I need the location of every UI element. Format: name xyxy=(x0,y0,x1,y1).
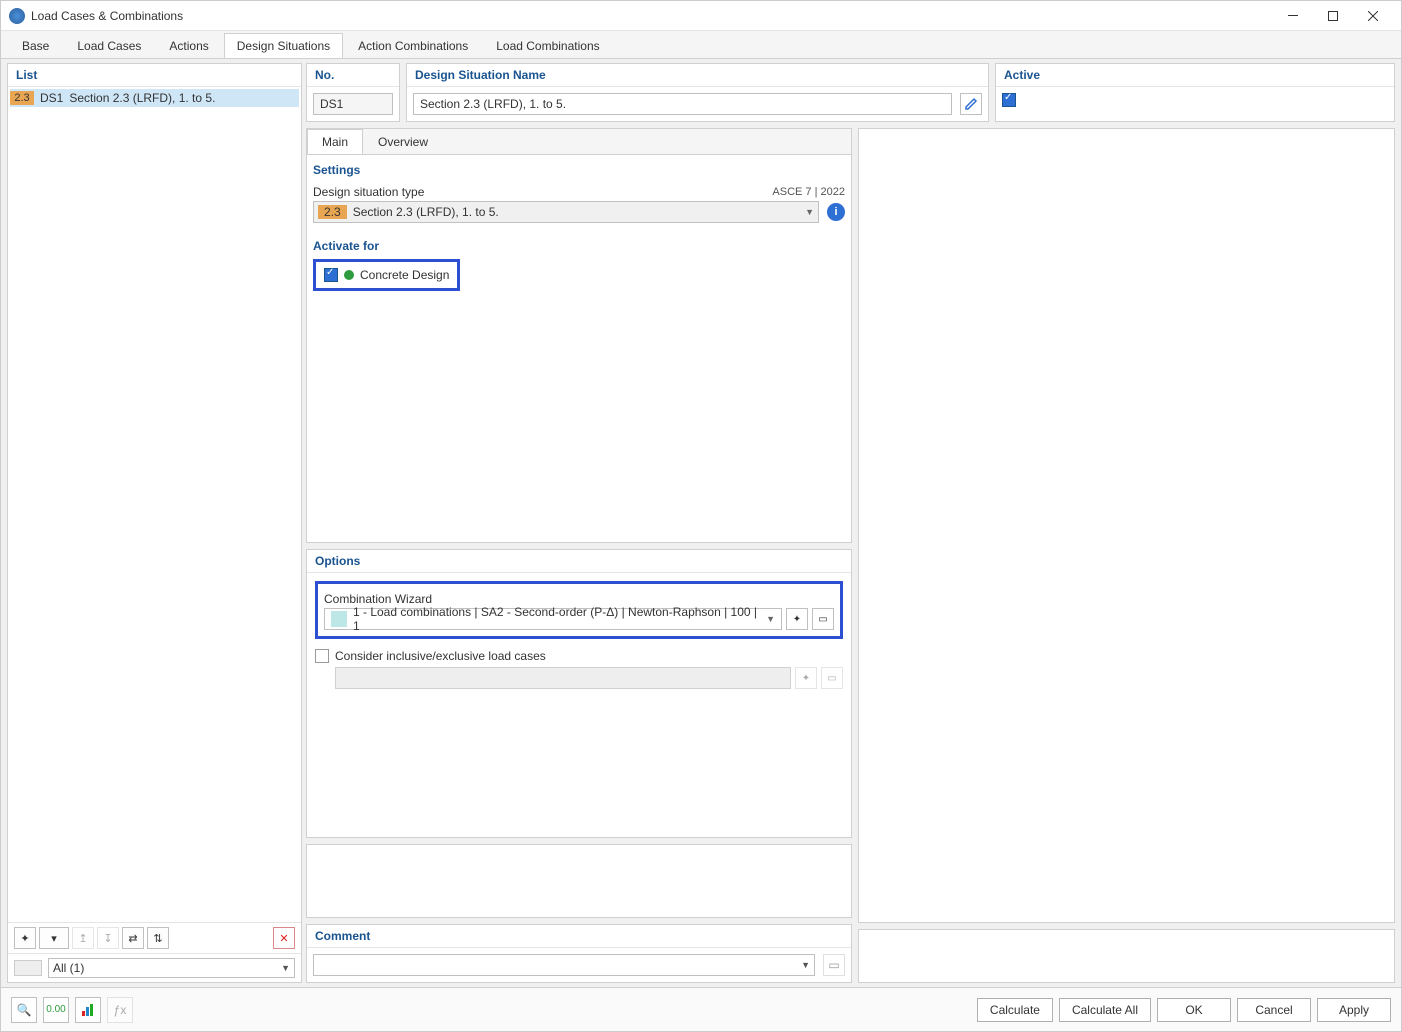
help-button[interactable]: 🔍 xyxy=(11,997,37,1023)
app-icon xyxy=(9,8,25,24)
chevron-down-icon: ▼ xyxy=(760,614,781,624)
sub-tab-overview[interactable]: Overview xyxy=(363,129,443,154)
wizard-edit-button[interactable]: ▭ xyxy=(812,608,834,630)
design-type-value: Section 2.3 (LRFD), 1. to 5. xyxy=(353,205,805,219)
list-panel: List 2.3 DS1 Section 2.3 (LRFD), 1. to 5… xyxy=(7,63,302,983)
preview-bottom xyxy=(858,929,1395,983)
activate-for-header: Activate for xyxy=(313,237,845,259)
wizard-new-button[interactable]: ✦ xyxy=(786,608,808,630)
no-header: No. xyxy=(307,64,399,87)
comment-card: Comment ▼ ▭ xyxy=(306,924,852,983)
window-title: Load Cases & Combinations xyxy=(31,9,1273,23)
top-tabs: Base Load Cases Actions Design Situation… xyxy=(1,31,1401,59)
active-checkbox[interactable] xyxy=(1002,93,1016,107)
tab-action-combinations[interactable]: Action Combinations xyxy=(345,33,481,58)
list-filter-row: All (1) ▼ xyxy=(8,953,301,982)
sort-button[interactable]: ⇅ xyxy=(147,927,169,949)
no-group: No. DS1 xyxy=(306,63,400,122)
concrete-design-highlight: Concrete Design xyxy=(313,259,460,291)
tab-load-cases[interactable]: Load Cases xyxy=(64,33,154,58)
cancel-button[interactable]: Cancel xyxy=(1237,998,1311,1022)
tab-base[interactable]: Base xyxy=(9,33,62,58)
minimize-button[interactable] xyxy=(1273,2,1313,30)
list-header: List xyxy=(8,64,301,87)
shift-up-button: ↥ xyxy=(72,927,94,949)
wizard-swatch-icon xyxy=(331,611,347,627)
titlebar: Load Cases & Combinations xyxy=(1,1,1401,31)
combination-wizard-highlight: Combination Wizard 1 - Load combinations… xyxy=(315,581,843,639)
apply-button[interactable]: Apply xyxy=(1317,998,1391,1022)
filter-select[interactable]: All (1) ▼ xyxy=(48,958,295,978)
options-card: Options Combination Wizard 1 - Load comb… xyxy=(306,549,852,838)
comment-dropdown[interactable]: ▼ xyxy=(313,954,815,976)
consider-edit-button: ▭ xyxy=(821,667,843,689)
settings-card: Main Overview Settings Design situation … xyxy=(306,128,852,543)
settings-header: Settings xyxy=(313,161,845,183)
status-dot-icon xyxy=(344,270,354,280)
design-type-label: Design situation type xyxy=(313,183,424,201)
list-row-badge: 2.3 xyxy=(10,91,34,105)
shift-down-button: ↧ xyxy=(97,927,119,949)
script-button: ƒx xyxy=(107,997,133,1023)
footer: 🔍 0.00 ƒx Calculate Calculate All OK Can… xyxy=(1,987,1401,1031)
name-header: Design Situation Name xyxy=(407,64,988,87)
chevron-down-icon: ▼ xyxy=(805,207,814,217)
maximize-button[interactable] xyxy=(1313,2,1353,30)
new-item-dropdown-button[interactable]: ▾ xyxy=(39,927,69,949)
blank-spacer-card xyxy=(306,844,852,918)
list-body[interactable]: 2.3 DS1 Section 2.3 (LRFD), 1. to 5. xyxy=(8,87,301,922)
consider-cases-checkbox[interactable] xyxy=(315,649,329,663)
list-row-id: DS1 xyxy=(34,91,69,105)
renumber-button[interactable]: ⇄ xyxy=(122,927,144,949)
design-type-badge: 2.3 xyxy=(318,205,347,219)
list-row-label: Section 2.3 (LRFD), 1. to 5. xyxy=(69,91,299,105)
calculate-button[interactable]: Calculate xyxy=(977,998,1053,1022)
sub-tab-main[interactable]: Main xyxy=(307,129,363,154)
design-type-dropdown[interactable]: 2.3 Section 2.3 (LRFD), 1. to 5. ▼ xyxy=(313,201,819,223)
name-group: Design Situation Name Section 2.3 (LRFD)… xyxy=(406,63,989,122)
list-toolbar: ✦ ▾ ↥ ↧ ⇄ ⇅ ✕ xyxy=(8,922,301,953)
no-field[interactable]: DS1 xyxy=(313,93,393,115)
preview-area xyxy=(858,128,1395,983)
edit-name-button[interactable] xyxy=(960,93,982,115)
calculate-all-button[interactable]: Calculate All xyxy=(1059,998,1151,1022)
graph-button[interactable] xyxy=(75,997,101,1023)
consider-cases-field xyxy=(335,667,791,689)
preview-top xyxy=(858,128,1395,923)
chevron-down-icon: ▼ xyxy=(801,960,810,970)
info-icon[interactable]: i xyxy=(827,203,845,221)
units-button[interactable]: 0.00 xyxy=(43,997,69,1023)
concrete-design-label: Concrete Design xyxy=(360,268,449,282)
name-field[interactable]: Section 2.3 (LRFD), 1. to 5. xyxy=(413,93,952,115)
new-item-button[interactable]: ✦ xyxy=(14,927,36,949)
tab-actions[interactable]: Actions xyxy=(156,33,221,58)
combination-wizard-value: 1 - Load combinations | SA2 - Second-ord… xyxy=(353,605,760,633)
active-group: Active xyxy=(995,63,1395,122)
tab-design-situations[interactable]: Design Situations xyxy=(224,33,343,58)
tab-load-combinations[interactable]: Load Combinations xyxy=(483,33,612,58)
list-row[interactable]: 2.3 DS1 Section 2.3 (LRFD), 1. to 5. xyxy=(10,89,299,107)
close-button[interactable] xyxy=(1353,2,1393,30)
filter-swatch xyxy=(14,960,42,976)
active-header: Active xyxy=(996,64,1394,87)
ok-button[interactable]: OK xyxy=(1157,998,1231,1022)
sub-tabs: Main Overview xyxy=(307,129,851,155)
consider-cases-label: Consider inclusive/exclusive load cases xyxy=(335,649,546,663)
consider-new-button: ✦ xyxy=(795,667,817,689)
chevron-down-icon: ▼ xyxy=(281,963,290,973)
combination-wizard-dropdown[interactable]: 1 - Load combinations | SA2 - Second-ord… xyxy=(324,608,782,630)
comment-edit-button[interactable]: ▭ xyxy=(823,954,845,976)
filter-select-text: All (1) xyxy=(53,961,84,975)
concrete-design-checkbox[interactable] xyxy=(324,268,338,282)
standard-label: ASCE 7 | 2022 xyxy=(772,186,845,198)
delete-button[interactable]: ✕ xyxy=(273,927,295,949)
comment-header: Comment xyxy=(307,925,851,948)
options-header: Options xyxy=(307,550,851,573)
